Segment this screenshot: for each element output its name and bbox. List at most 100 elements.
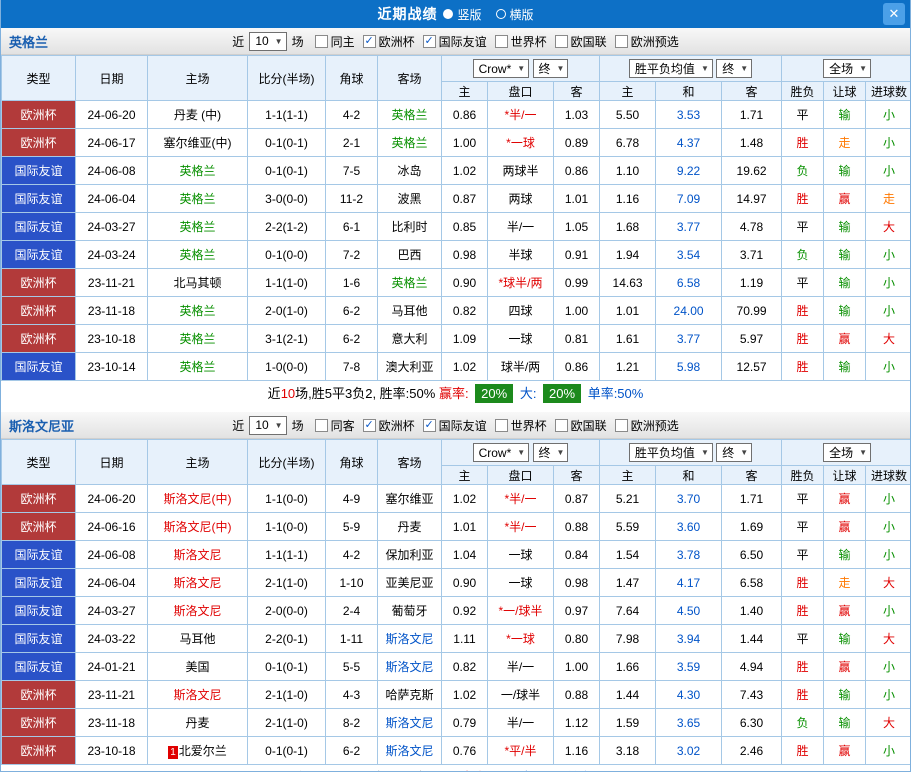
filter-checkbox[interactable]: 世界杯 bbox=[494, 33, 547, 50]
filter-checkbox[interactable]: ✓ 欧洲杯 bbox=[362, 417, 415, 434]
checkbox-label: 欧洲杯 bbox=[378, 418, 415, 433]
checkbox-icon[interactable] bbox=[494, 34, 508, 48]
checkbox-icon[interactable] bbox=[614, 34, 628, 48]
cell-match-type: 欧洲杯 bbox=[1, 708, 76, 737]
filter-checkbox[interactable]: 欧国联 bbox=[554, 33, 607, 50]
cell-lose-odds: 70.99 bbox=[721, 296, 783, 325]
cell-away-team: 斯洛文尼 bbox=[377, 624, 442, 653]
cell-match-type: 国际友谊 bbox=[1, 540, 76, 569]
cell-lose-odds: 6.58 bbox=[721, 568, 783, 597]
filter-checkbox[interactable]: ✓ 国际友谊 bbox=[422, 33, 487, 50]
checkbox-icon[interactable]: ✓ bbox=[422, 418, 436, 432]
match-row: 欧洲杯 23-11-21 斯洛文尼 2-1(1-0) 4-3 哈萨克斯 1.02 一/球半 0.… bbox=[1, 680, 910, 709]
cell-lose-odds: 1.71 bbox=[721, 100, 783, 129]
cell-home-team: 美国 bbox=[147, 652, 248, 681]
cell-goals-result: 大 bbox=[865, 624, 910, 653]
cell-date: 23-11-18 bbox=[75, 708, 148, 737]
match-row: 欧洲杯 23-11-18 丹麦 2-1(1-0) 8-2 斯洛文尼 0.79 半/一 1.12 1… bbox=[1, 708, 910, 737]
near-label: 近 bbox=[232, 34, 245, 49]
match-row: 国际友谊 24-06-04 英格兰 3-0(0-0) 11-2 波黑 0.87 两球 1.01 1… bbox=[1, 184, 910, 213]
col-header-corner: 角球 bbox=[325, 439, 378, 485]
odds-company-value: Crow* bbox=[478, 445, 512, 460]
avg-controls-cell: 胜平负均值 ▼ 终 ▼ bbox=[599, 439, 783, 466]
avg-type-select[interactable]: 胜平负均值 ▼ bbox=[628, 59, 713, 78]
filter-checkbox[interactable]: 欧洲预选 bbox=[614, 33, 679, 50]
cell-match-type: 国际友谊 bbox=[1, 652, 76, 681]
odds-company-value: Crow* bbox=[478, 61, 512, 76]
avg-type-select[interactable]: 胜平负均值 ▼ bbox=[628, 443, 713, 462]
filter-checkbox[interactable]: 欧洲预选 bbox=[614, 417, 679, 434]
cell-win-odds: 1.01 bbox=[599, 296, 657, 325]
results-table: 类型 日期 主场 比分(半场) 角球 客场 Crow* ▼ 终 ▼ 胜平负均值 ▼ 终… bbox=[1, 55, 910, 381]
cell-handicap-home-odds: 0.87 bbox=[441, 184, 488, 213]
match-row: 国际友谊 24-03-24 英格兰 0-1(0-0) 7-2 巴西 0.98 半球 0.91 1.… bbox=[1, 240, 910, 269]
avg-state-select[interactable]: 终 ▼ bbox=[716, 59, 753, 78]
cell-result: 平 bbox=[781, 540, 825, 569]
cell-goals-result: 小 bbox=[865, 736, 910, 765]
col-header-lose-odds: 客 bbox=[721, 465, 783, 485]
layout-radio-vertical[interactable]: 竖版 bbox=[443, 6, 482, 23]
cell-score: 2-0(1-0) bbox=[247, 296, 326, 325]
cell-win-odds: 6.78 bbox=[599, 128, 657, 157]
close-button[interactable]: ✕ bbox=[883, 3, 905, 25]
cell-lose-odds: 19.62 bbox=[721, 156, 783, 185]
summary-line: 近10场,胜5平3负2, 胜率:50% 赢率: 20% 大: 20% 单率:50… bbox=[1, 381, 910, 407]
cell-handicap-result: 走 bbox=[823, 568, 867, 597]
match-scope-select[interactable]: 全场 ▼ bbox=[823, 443, 871, 462]
cell-lose-odds: 1.44 bbox=[721, 624, 783, 653]
checkbox-icon[interactable] bbox=[554, 34, 568, 48]
match-count-select[interactable]: 10 ▼ bbox=[249, 31, 287, 51]
match-count-select[interactable]: 10 ▼ bbox=[249, 415, 287, 435]
cell-corner: 7-5 bbox=[325, 156, 378, 185]
col-header-handicap-away: 客 bbox=[552, 81, 601, 101]
col-header-corner: 角球 bbox=[325, 55, 378, 101]
checkbox-icon[interactable] bbox=[314, 418, 328, 432]
cell-away-team: 亚美尼亚 bbox=[377, 568, 442, 597]
cell-win-odds: 5.21 bbox=[599, 484, 657, 513]
filter-checkbox[interactable]: ✓ 国际友谊 bbox=[422, 417, 487, 434]
cell-handicap-away-odds: 0.91 bbox=[552, 240, 601, 269]
avg-state-select[interactable]: 终 ▼ bbox=[716, 443, 753, 462]
filter-checkbox[interactable]: ✓ 欧洲杯 bbox=[362, 33, 415, 50]
odds-company-select[interactable]: Crow* ▼ bbox=[472, 59, 530, 79]
cell-corner: 6-2 bbox=[325, 736, 378, 765]
odds-company-select[interactable]: Crow* ▼ bbox=[472, 443, 530, 463]
radio-unselected-icon[interactable] bbox=[495, 9, 506, 19]
match-row: 欧洲杯 24-06-16 斯洛文尼(中) 1-1(0-0) 5-9 丹麦 1.01 *半/一 0… bbox=[1, 512, 910, 541]
cell-win-odds: 1.54 bbox=[599, 540, 657, 569]
radio-selected-icon[interactable] bbox=[443, 9, 454, 19]
checkbox-icon[interactable] bbox=[614, 418, 628, 432]
col-header-handicap-line: 盘口 bbox=[487, 81, 554, 101]
cell-handicap-line: *一球 bbox=[487, 128, 554, 157]
odds-state-select[interactable]: 终 ▼ bbox=[532, 58, 569, 78]
cell-handicap-line: 半球 bbox=[487, 240, 554, 269]
col-header-home: 主场 bbox=[147, 55, 248, 101]
odds-state-select[interactable]: 终 ▼ bbox=[532, 442, 569, 462]
cell-score: 0-1(0-0) bbox=[247, 240, 326, 269]
cell-draw-odds: 4.37 bbox=[655, 128, 723, 157]
match-scope-select[interactable]: 全场 ▼ bbox=[823, 59, 871, 78]
cell-handicap-home-odds: 1.04 bbox=[441, 540, 488, 569]
checkbox-label: 同客 bbox=[330, 418, 355, 433]
cell-home-team: 英格兰 bbox=[147, 240, 248, 269]
filter-checkbox[interactable]: 欧国联 bbox=[554, 417, 607, 434]
layout-radio-horizontal[interactable]: 横版 bbox=[495, 6, 534, 23]
checkbox-icon[interactable] bbox=[554, 418, 568, 432]
cell-lose-odds: 14.97 bbox=[721, 184, 783, 213]
checkbox-icon[interactable]: ✓ bbox=[362, 418, 376, 432]
chevron-down-icon: ▼ bbox=[700, 448, 709, 457]
checkbox-icon[interactable]: ✓ bbox=[422, 34, 436, 48]
cell-result: 胜 bbox=[781, 128, 825, 157]
cell-result: 胜 bbox=[781, 352, 825, 381]
avg-state-value: 终 bbox=[722, 62, 735, 76]
cell-win-odds: 1.59 bbox=[599, 708, 657, 737]
filter-checkbox[interactable]: 同客 bbox=[314, 417, 355, 434]
checkbox-icon[interactable]: ✓ bbox=[362, 34, 376, 48]
cell-score: 1-1(1-0) bbox=[247, 268, 326, 297]
cell-handicap-away-odds: 0.88 bbox=[552, 512, 601, 541]
filter-checkbox[interactable]: 世界杯 bbox=[494, 417, 547, 434]
filter-checkbox[interactable]: 同主 bbox=[314, 33, 355, 50]
checkbox-icon[interactable] bbox=[494, 418, 508, 432]
checkbox-icon[interactable] bbox=[314, 34, 328, 48]
cell-corner: 1-10 bbox=[325, 568, 378, 597]
